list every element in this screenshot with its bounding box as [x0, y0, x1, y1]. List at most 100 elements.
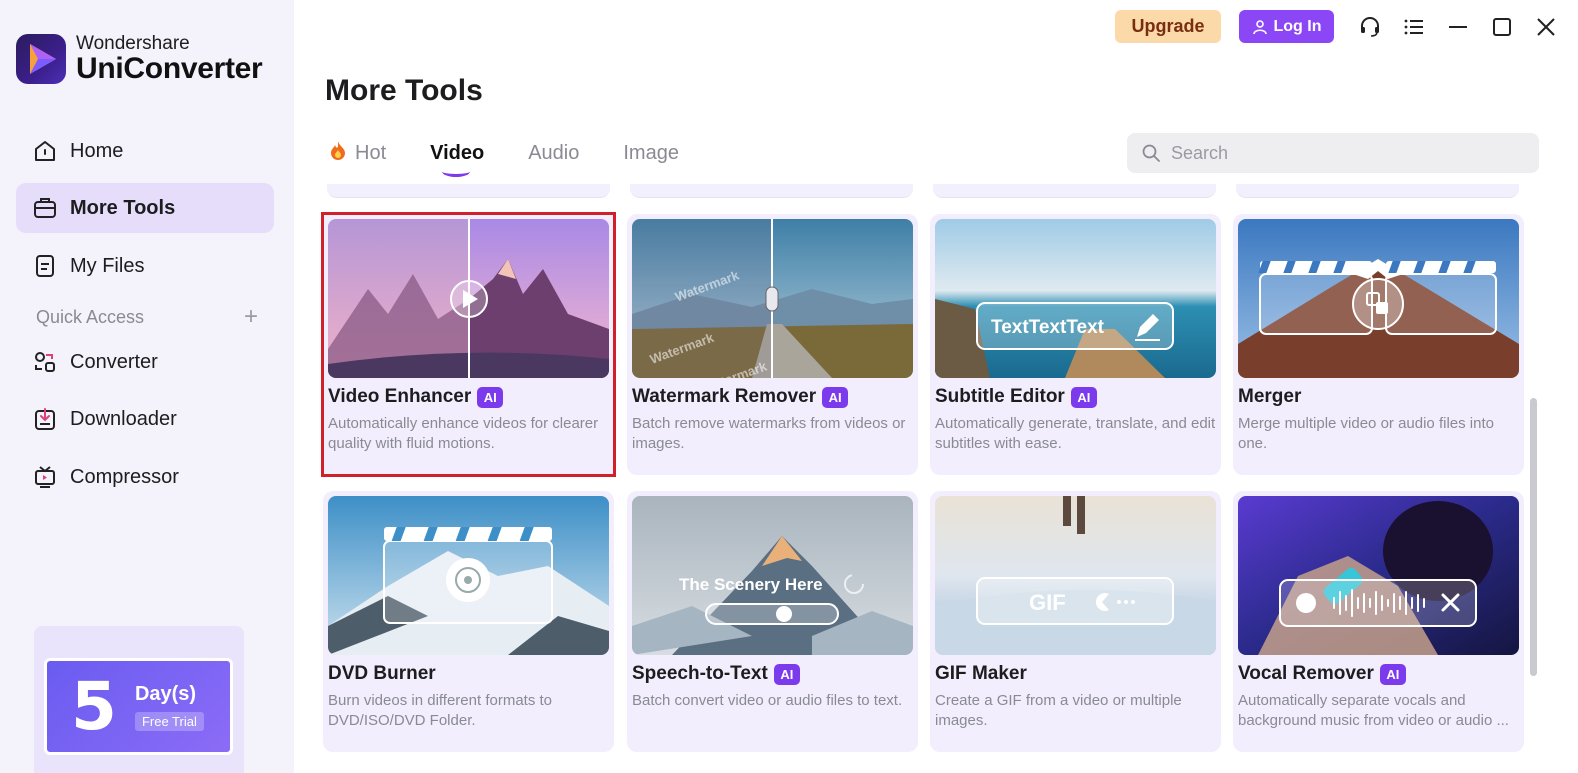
ai-badge: AI	[773, 663, 800, 685]
login-label: Log In	[1273, 17, 1322, 35]
brand-product: UniConverter	[76, 52, 263, 85]
home-icon	[32, 138, 58, 164]
sidebar-item-label: Compressor	[70, 465, 179, 488]
vocal-remover-thumbnail	[1238, 496, 1519, 655]
tool-card-speech-to-text[interactable]: The Scenery Here Speech-to-Text AI Batch…	[627, 491, 918, 752]
sidebar-item-label: More Tools	[70, 196, 176, 219]
card-description: Burn videos in different formats to DVD/…	[328, 692, 553, 729]
tool-card-merger[interactable]: Merger Merge multiple video or audio fil…	[1233, 214, 1524, 475]
dvd-burner-thumbnail	[328, 496, 609, 655]
previous-row-card	[933, 184, 1216, 198]
sidebar-item-label: Home	[70, 139, 124, 162]
sidebar-item-label: Converter	[70, 350, 158, 373]
search-input[interactable]	[1171, 142, 1511, 164]
watermark-remover-thumbnail: Watermark Watermark Watermark	[632, 219, 913, 378]
fire-icon	[329, 140, 347, 166]
card-title: Watermark Remover	[632, 386, 817, 407]
tab-image[interactable]: Image	[623, 142, 679, 165]
tool-card-vocal-remover[interactable]: Vocal Remover AI Automatically separate …	[1233, 491, 1524, 752]
close-icon[interactable]	[1524, 10, 1568, 43]
card-description: Create a GIF from a video or multiple im…	[935, 692, 1182, 729]
sidebar-item-compressor[interactable]: Compressor	[16, 452, 274, 502]
card-title: Speech-to-Text	[632, 663, 768, 684]
upgrade-button[interactable]: Upgrade	[1115, 10, 1221, 43]
sidebar-item-more-tools[interactable]: More Tools	[16, 183, 274, 233]
sidebar: Wondershare UniConverter Home More Tools…	[0, 0, 294, 773]
trial-days-number: 5	[71, 667, 117, 745]
menu-list-icon[interactable]	[1392, 10, 1436, 43]
trial-days-label: Day(s)	[134, 682, 197, 705]
previous-row-card	[327, 184, 610, 198]
card-title: Subtitle Editor	[935, 386, 1065, 407]
card-description: Batch remove watermarks from videos or i…	[632, 415, 906, 452]
card-title: DVD Burner	[328, 663, 436, 684]
quick-access-header: Quick Access +	[36, 303, 258, 331]
card-description: Batch convert video or audio files to te…	[632, 692, 903, 709]
tab-label: Hot	[355, 141, 387, 164]
login-button[interactable]: Log In	[1239, 10, 1334, 43]
subtitle-editor-thumbnail: TextTextText	[935, 219, 1216, 378]
support-headset-icon[interactable]	[1348, 10, 1392, 43]
ai-badge: AI	[1379, 663, 1406, 685]
gif-maker-thumbnail: GIF	[935, 496, 1216, 655]
card-title: Video Enhancer	[328, 386, 472, 407]
card-description: Merge multiple video or audio files into…	[1238, 415, 1494, 452]
tool-card-watermark-remover[interactable]: Watermark Watermark Watermark Watermark …	[627, 214, 918, 475]
ai-badge: AI	[1070, 386, 1097, 408]
tab-video[interactable]: Video	[430, 141, 485, 177]
content-scrollbar[interactable]	[1530, 398, 1537, 676]
trial-badge: Free Trial	[134, 711, 204, 731]
tool-card-gif-maker[interactable]: GIF GIF Maker Create a GIF from a video …	[930, 491, 1221, 752]
converter-icon	[32, 349, 58, 375]
ai-badge: AI	[477, 386, 504, 408]
card-title: Merger	[1238, 386, 1302, 407]
title-bar: Upgrade Log In	[1115, 10, 1568, 43]
tool-card-dvd-burner[interactable]: DVD Burner Burn videos in different form…	[323, 491, 614, 752]
tab-hot[interactable]: Hot	[329, 140, 386, 166]
uniconverter-logo-icon	[16, 34, 66, 84]
tab-label: Video	[430, 141, 485, 164]
sidebar-item-home[interactable]: Home	[16, 126, 274, 176]
files-icon	[32, 253, 58, 279]
gif-sample-text: GIF	[1029, 590, 1066, 615]
toolbox-icon	[32, 195, 58, 221]
sidebar-item-downloader[interactable]: Downloader	[16, 394, 274, 444]
card-description: Automatically enhance videos for clearer…	[328, 415, 599, 452]
minimize-icon[interactable]	[1436, 10, 1480, 43]
sidebar-item-converter[interactable]: Converter	[16, 337, 274, 387]
card-title: Vocal Remover	[1238, 663, 1374, 684]
trial-promo[interactable]: 5 Day(s) Free Trial	[34, 626, 244, 773]
search-box[interactable]	[1127, 133, 1539, 173]
maximize-icon[interactable]	[1480, 10, 1524, 43]
sidebar-item-my-files[interactable]: My Files	[16, 241, 274, 291]
tool-card-video-enhancer[interactable]: Video Enhancer AI Automatically enhance …	[321, 212, 616, 477]
tab-label: Image	[623, 141, 679, 164]
card-description: Automatically generate, translate, and e…	[935, 415, 1216, 452]
add-quick-access-button[interactable]: +	[244, 303, 258, 331]
compressor-icon	[32, 464, 58, 490]
tab-label: Audio	[528, 141, 580, 164]
sidebar-item-label: Downloader	[70, 407, 177, 430]
merger-thumbnail	[1238, 219, 1519, 378]
category-tabs: Hot Video Audio Image	[329, 140, 723, 177]
sidebar-item-label: My Files	[70, 254, 145, 277]
user-icon	[1252, 19, 1267, 34]
tab-audio[interactable]: Audio	[528, 142, 579, 165]
card-title: GIF Maker	[935, 663, 1027, 684]
downloader-icon	[32, 406, 58, 432]
previous-row-card	[1236, 184, 1519, 198]
scenery-sample-text: The Scenery Here	[679, 575, 823, 594]
card-description: Automatically separate vocals and backgr…	[1238, 692, 1509, 729]
subtitle-sample-text: TextTextText	[991, 317, 1105, 338]
tool-card-subtitle-editor[interactable]: TextTextText Subtitle Editor AI Automati…	[930, 214, 1221, 475]
quick-access-label: Quick Access	[36, 306, 145, 327]
ai-badge: AI	[822, 386, 849, 408]
brand-company: Wondershare	[76, 33, 190, 54]
video-enhancer-thumbnail	[328, 219, 609, 378]
app-logo: Wondershare UniConverter	[16, 33, 263, 85]
speech-to-text-thumbnail: The Scenery Here	[632, 496, 913, 655]
trial-card[interactable]: 5 Day(s) Free Trial	[44, 658, 233, 755]
previous-row-card	[630, 184, 913, 198]
page-title: More Tools	[325, 74, 483, 107]
search-icon	[1142, 144, 1160, 162]
